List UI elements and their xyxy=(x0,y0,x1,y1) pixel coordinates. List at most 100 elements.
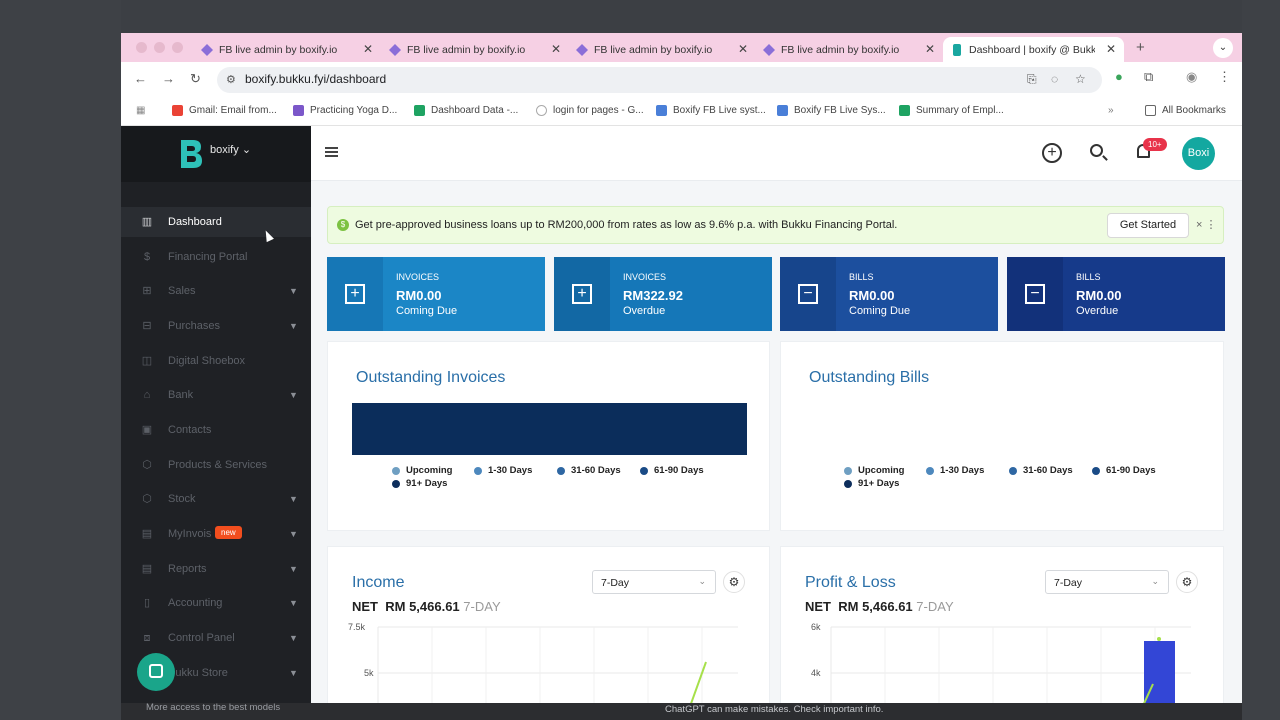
sidebar: boxify ⌄ ▥ Dashboard $ Financing Portal … xyxy=(121,126,311,703)
legend-item[interactable]: 61-90 Days xyxy=(640,465,704,476)
tab-close-icon[interactable]: ✕ xyxy=(363,42,373,56)
hamburger-menu-icon[interactable] xyxy=(325,147,338,157)
book-icon: ▯ xyxy=(143,597,151,609)
address-bar[interactable]: ⚙ boxify.bukku.fyi/dashboard ⎘ ◌ ☆ xyxy=(217,67,1102,93)
chevron-down-icon: ▼ xyxy=(289,633,298,643)
sidebar-item-sales[interactable]: ⊞ Sales ▼ xyxy=(121,276,311,306)
bookmark-item[interactable]: Boxify FB Live syst... xyxy=(656,105,766,116)
bookmark-item[interactable]: Dashboard Data -... xyxy=(414,105,518,116)
browser-menu-icon[interactable]: ⋮ xyxy=(1218,69,1231,85)
eye-off-icon[interactable]: ◌ xyxy=(1051,72,1058,86)
tab-close-icon[interactable]: ✕ xyxy=(1106,42,1116,56)
legend-item[interactable]: 91+ Days xyxy=(392,478,447,489)
profit-loss-settings-gear-icon[interactable]: ⚙ xyxy=(1176,571,1198,593)
background-app-strip: More access to the best models ChatGPT c… xyxy=(121,702,1242,720)
apps-grid-icon[interactable]: ▦ xyxy=(136,105,145,116)
main-content: + 10+ Boxi $ Get pre-approved business l… xyxy=(311,126,1242,703)
outstanding-invoices-bar[interactable] xyxy=(352,403,747,455)
minus-square-icon: ⊟ xyxy=(142,320,152,332)
sidebar-item-myinvois[interactable]: ▤ MyInvois new ▼ xyxy=(121,519,311,549)
bookmark-item[interactable]: Summary of Empl... xyxy=(899,105,1004,116)
install-app-icon[interactable]: ⎘ xyxy=(1027,72,1037,87)
legend-dot xyxy=(926,466,934,475)
tab-title: FB live admin by boxify.io xyxy=(781,43,900,56)
create-plus-icon[interactable]: + xyxy=(1042,143,1062,163)
tab-close-icon[interactable]: ✕ xyxy=(551,42,561,56)
legend-item[interactable]: Upcoming xyxy=(392,465,452,476)
sidebar-item-label: Bukku Store xyxy=(168,667,228,679)
sidebar-item-control-panel[interactable]: ⧈ Control Panel ▼ xyxy=(121,623,311,653)
chevron-down-icon: ▼ xyxy=(289,564,298,574)
brand-switcher[interactable]: boxify ⌄ xyxy=(121,126,311,182)
legend-item[interactable]: 31-60 Days xyxy=(1009,465,1073,476)
sidebar-item-stock[interactable]: ⬡ Stock ▼ xyxy=(121,484,311,514)
legend-item[interactable]: Upcoming xyxy=(844,465,904,476)
profit-loss-card: Profit & Loss 7-Day ⌄ ⚙ NET RM 5,466.61 7… xyxy=(780,546,1224,703)
browser-tab[interactable]: FB live admin by boxify.io ✕ xyxy=(201,37,381,62)
sidebar-item-purchases[interactable]: ⊟ Purchases ▼ xyxy=(121,311,311,341)
bookmark-star-icon[interactable]: ☆ xyxy=(1075,72,1086,86)
stat-card-invoices-overdue[interactable]: + INVOICES RM322.92 Overdue xyxy=(554,257,772,331)
stat-card-bills-overdue[interactable]: − BILLS RM0.00 Overdue xyxy=(1007,257,1225,331)
browser-tab[interactable]: FB live admin by boxify.io ✕ xyxy=(763,37,943,62)
forward-icon[interactable]: → xyxy=(162,71,175,86)
new-tab-icon[interactable]: + xyxy=(1136,39,1145,56)
browser-tab-active[interactable]: Dashboard | boxify @ Bukku ✕ xyxy=(943,37,1124,62)
income-card: Income 7-Day ⌄ ⚙ NET RM 5,466.61 7-DAY 7.… xyxy=(327,546,770,703)
chevron-down-icon: ⌄ xyxy=(241,144,252,156)
outstanding-bills-card: Outstanding Bills Upcoming 1-30 Days 31-… xyxy=(780,341,1224,531)
sidebar-item-financing-portal[interactable]: $ Financing Portal xyxy=(121,242,311,272)
search-icon[interactable] xyxy=(1090,144,1103,157)
new-badge: new xyxy=(215,526,242,539)
income-settings-gear-icon[interactable]: ⚙ xyxy=(723,571,745,593)
user-avatar[interactable]: Boxi xyxy=(1182,137,1215,170)
legend-item[interactable]: 91+ Days xyxy=(844,478,899,489)
sidebar-item-digital-shoebox[interactable]: ◫ Digital Shoebox xyxy=(121,346,311,376)
stat-card-invoices-coming-due[interactable]: + INVOICES RM0.00 Coming Due xyxy=(327,257,545,331)
plus-square-icon: + xyxy=(572,284,592,304)
legend-item[interactable]: 1-30 Days xyxy=(926,465,984,476)
stat-card-bills-coming-due[interactable]: − BILLS RM0.00 Coming Due xyxy=(780,257,998,331)
reload-icon[interactable]: ↻ xyxy=(190,71,201,87)
legend-item[interactable]: 61-90 Days xyxy=(1092,465,1156,476)
close-banner-icon[interactable]: × ⋮ xyxy=(1196,218,1217,231)
tab-search-chevron-icon[interactable]: ⌄ xyxy=(1213,38,1233,58)
profile-icon[interactable]: ◉ xyxy=(1186,69,1197,85)
bookmark-item[interactable]: login for pages - G... xyxy=(536,105,644,116)
docs-icon xyxy=(656,105,667,116)
legend-item[interactable]: 1-30 Days xyxy=(474,465,532,476)
all-bookmarks-folder[interactable]: All Bookmarks xyxy=(1145,105,1226,116)
report-icon: ▤ xyxy=(141,563,153,575)
browser-tab[interactable]: FB live admin by boxify.io ✕ xyxy=(576,37,756,62)
bookmark-item[interactable]: Practicing Yoga D... xyxy=(293,105,397,116)
bookmark-item[interactable]: Boxify FB Live Sys... xyxy=(777,105,886,116)
card-title: Outstanding Invoices xyxy=(356,369,506,386)
sidebar-item-accounting[interactable]: ▯ Accounting ▼ xyxy=(121,588,311,618)
sidebar-item-dashboard[interactable]: ▥ Dashboard xyxy=(121,207,311,237)
extensions-icon[interactable]: ⧉ xyxy=(1144,69,1153,85)
extension-green-icon[interactable]: ● xyxy=(1115,69,1123,84)
sidebar-item-reports[interactable]: ▤ Reports ▼ xyxy=(121,554,311,584)
box-icon: ⬡ xyxy=(142,493,152,505)
tab-close-icon[interactable]: ✕ xyxy=(925,42,935,56)
bookmarks-bar: ▦ Gmail: Email from... Practicing Yoga D… xyxy=(121,96,1242,126)
profit-loss-period-select[interactable]: 7-Day ⌄ xyxy=(1045,570,1169,594)
sidebar-item-bank[interactable]: ⌂ Bank ▼ xyxy=(121,380,311,410)
bookmark-item[interactable]: Gmail: Email from... xyxy=(172,105,277,116)
sidebar-item-contacts[interactable]: ▣ Contacts xyxy=(121,415,311,445)
legend-item[interactable]: 31-60 Days xyxy=(557,465,621,476)
tab-title: FB live admin by boxify.io xyxy=(219,43,338,56)
window-controls[interactable] xyxy=(136,42,183,53)
tab-close-icon[interactable]: ✕ xyxy=(738,42,748,56)
back-icon[interactable]: ← xyxy=(134,71,147,86)
site-info-icon[interactable]: ⚙ xyxy=(226,73,236,86)
chevron-down-icon: ▼ xyxy=(289,494,298,504)
income-period-select[interactable]: 7-Day ⌄ xyxy=(592,570,716,594)
dollar-circle-icon: $ xyxy=(337,219,349,231)
sidebar-item-products-services[interactable]: ⬡ Products & Services xyxy=(121,450,311,480)
browser-tab[interactable]: FB live admin by boxify.io ✕ xyxy=(389,37,569,62)
desktop-background-left xyxy=(0,0,121,720)
more-bookmarks-icon[interactable]: » xyxy=(1108,105,1114,116)
get-started-button[interactable]: Get Started xyxy=(1107,213,1189,238)
live-chat-button[interactable] xyxy=(137,653,175,691)
